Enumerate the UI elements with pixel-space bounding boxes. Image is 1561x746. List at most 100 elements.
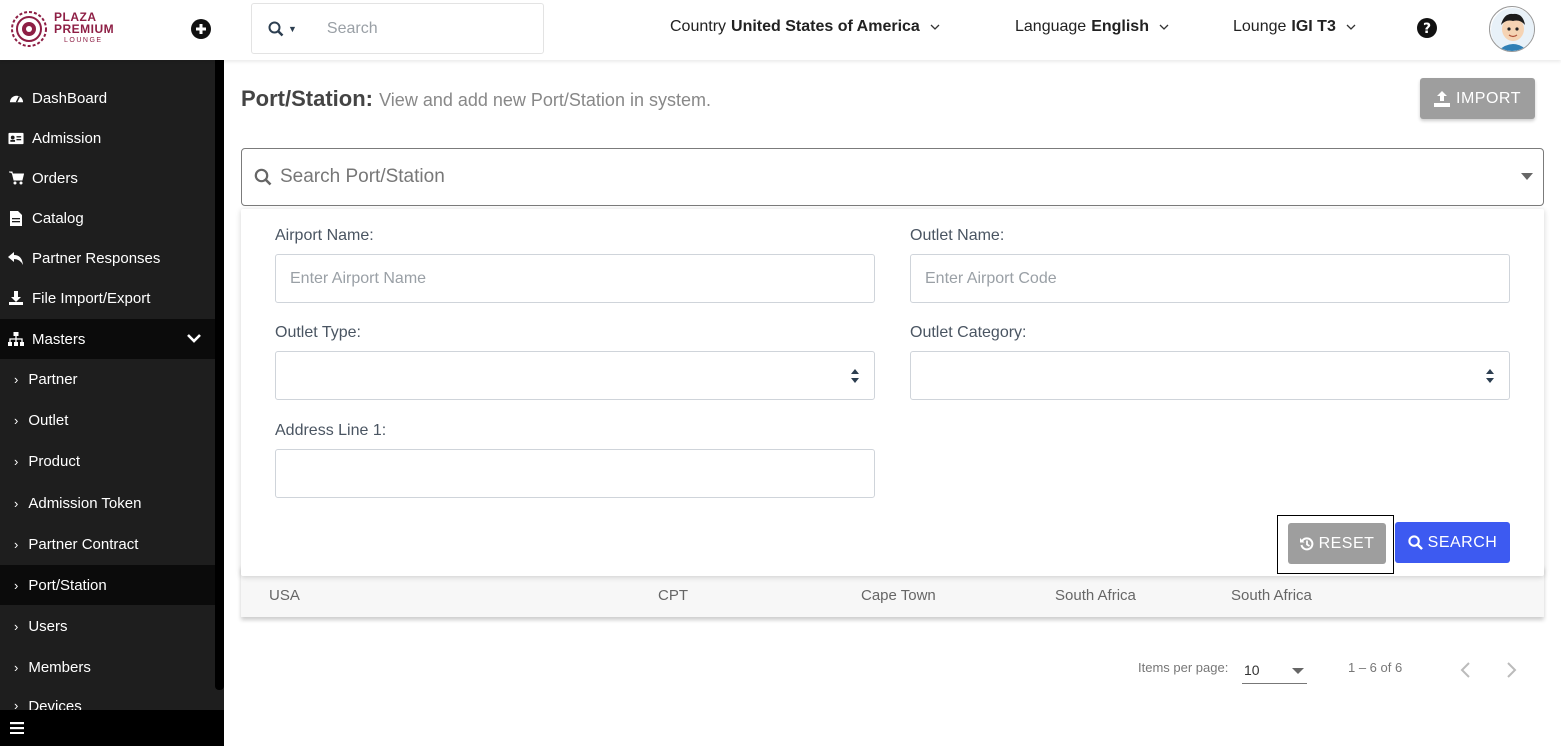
sidebar-subitem-members[interactable]: › Members: [0, 647, 215, 687]
search-button[interactable]: SEARCH: [1395, 522, 1510, 563]
language-value: English: [1091, 18, 1149, 35]
sidebar-item-dashboard[interactable]: DashBoard: [0, 78, 215, 118]
sidebar-footer: [0, 710, 224, 746]
sidebar-subitem-outlet[interactable]: › Outlet: [0, 400, 215, 440]
table-cell: South Africa: [1231, 587, 1312, 604]
sidebar-item-label: DashBoard: [32, 89, 108, 107]
sidebar-item-catalog[interactable]: Catalog: [0, 198, 215, 238]
chevron-right-icon: ›: [14, 577, 19, 593]
sidebar-subitem-port-station[interactable]: › Port/Station: [0, 565, 215, 605]
import-button[interactable]: IMPORT: [1420, 78, 1535, 119]
airport-name-input[interactable]: [275, 254, 875, 303]
page-title-text: Port/Station:: [241, 86, 373, 111]
sidebar-item-label: Partner Responses: [32, 249, 161, 267]
sidebar-subitem-users[interactable]: › Users: [0, 606, 215, 646]
pagination-range: 1 – 6 of 6: [1348, 660, 1403, 675]
lounge-value: IGI T3: [1291, 18, 1336, 35]
dashboard-icon: [8, 90, 24, 106]
caret-down-icon[interactable]: ▼: [288, 24, 297, 34]
chevron-right-icon: ›: [14, 698, 19, 710]
file-icon: [8, 210, 24, 226]
chevron-right-icon: ›: [14, 659, 19, 675]
outlet-category-label: Outlet Category:: [910, 324, 1027, 341]
sidebar-subitem-product[interactable]: › Product: [0, 441, 215, 481]
sidebar-item-file-import-export[interactable]: File Import/Export: [0, 278, 215, 318]
brand-logo[interactable]: PLAZA PREMIUM LOUNGE: [10, 10, 114, 48]
sidebar-subitem-devices[interactable]: › Devices: [0, 688, 215, 710]
table-cell: USA: [269, 587, 300, 604]
country-value: United States of America: [731, 18, 920, 35]
sidebar-item-label: Catalog: [32, 209, 84, 227]
sidebar-item-masters[interactable]: Masters: [0, 319, 215, 359]
search-icon: [1408, 535, 1423, 550]
sidebar-item-label: Admission: [32, 129, 102, 147]
sidebar-item-label: Users: [28, 617, 68, 635]
chevron-down-icon[interactable]: [187, 331, 201, 345]
port-station-search[interactable]: [241, 148, 1544, 206]
global-search[interactable]: ▼: [251, 3, 544, 54]
global-search-input[interactable]: [326, 19, 507, 38]
add-circle-icon[interactable]: [190, 18, 212, 40]
top-bar: PLAZA PREMIUM LOUNGE ▼ Country United St…: [0, 0, 1561, 60]
reset-button-label: RESET: [1318, 534, 1375, 552]
page-description: View and add new Port/Station in system.: [379, 90, 711, 110]
chevron-right-icon: [1507, 662, 1517, 678]
table-cell: South Africa: [1055, 587, 1136, 604]
country-dropdown[interactable]: Country United States of America: [670, 18, 940, 36]
page-title: Port/Station: View and add new Port/Stat…: [241, 86, 711, 112]
sidebar-subitem-partner-contract[interactable]: › Partner Contract: [0, 524, 215, 564]
help-icon[interactable]: ?: [1416, 17, 1438, 39]
lounge-label: Lounge: [1233, 18, 1287, 35]
sidebar-scrollbar[interactable]: [215, 60, 224, 690]
chevron-right-icon: ›: [14, 495, 19, 511]
language-dropdown[interactable]: Language English: [1015, 18, 1169, 36]
sidebar: DashBoard Admission Orders Catalog Partn…: [0, 60, 224, 746]
sidebar-item-partner-responses[interactable]: Partner Responses: [0, 238, 215, 278]
upload-icon: [1434, 90, 1451, 107]
outlet-category-select[interactable]: [910, 351, 1510, 400]
page-size-select[interactable]: 10: [1242, 656, 1307, 684]
id-card-icon: [8, 130, 24, 146]
reset-button[interactable]: RESET: [1288, 523, 1386, 564]
sidebar-item-label: Masters: [32, 330, 86, 348]
sidebar-item-label: Devices: [28, 698, 82, 710]
user-avatar[interactable]: [1489, 6, 1535, 52]
import-button-label: IMPORT: [1456, 89, 1521, 107]
chevron-right-icon: ›: [14, 371, 19, 387]
brand-text: PLAZA PREMIUM LOUNGE: [54, 11, 114, 47]
dropdown-arrow-icon[interactable]: [1521, 173, 1533, 180]
outlet-type-label: Outlet Type:: [275, 324, 361, 341]
chevron-right-icon: ›: [14, 618, 19, 634]
plaza-premium-logo-icon: [10, 10, 48, 48]
chevron-right-icon: ›: [14, 453, 19, 469]
menu-toggle-icon[interactable]: [10, 722, 24, 734]
sidebar-subitem-partner[interactable]: › Partner: [0, 359, 215, 399]
chevron-right-icon: ›: [14, 536, 19, 552]
address-line-1-label: Address Line 1:: [275, 422, 387, 439]
sidebar-item-label: File Import/Export: [32, 289, 151, 307]
chevron-down-icon: [1346, 24, 1356, 30]
table-cell: CPT: [658, 587, 688, 604]
sitemap-icon: [8, 331, 24, 347]
search-button-label: SEARCH: [1427, 533, 1498, 551]
dropdown-arrow-icon: [1292, 668, 1304, 674]
sidebar-subitem-admission-token[interactable]: › Admission Token: [0, 483, 215, 523]
sidebar-item-label: Product: [28, 452, 81, 470]
sidebar-item-orders[interactable]: Orders: [0, 158, 215, 198]
previous-page-button[interactable]: [1458, 660, 1474, 680]
sidebar-item-admission[interactable]: Admission: [0, 118, 215, 158]
main-content: Port/Station: View and add new Port/Stat…: [224, 60, 1561, 746]
outlet-name-input[interactable]: [910, 254, 1510, 303]
sidebar-item-label: Partner Contract: [28, 535, 139, 553]
next-page-button[interactable]: [1503, 660, 1519, 680]
outlet-type-select[interactable]: [275, 351, 875, 400]
search-icon: [254, 168, 272, 186]
port-station-search-input[interactable]: [280, 166, 1480, 188]
sort-arrows-icon: [1486, 369, 1494, 383]
filter-panel: Airport Name: Outlet Name: Outlet Type: …: [241, 209, 1544, 576]
address-line-1-input[interactable]: [275, 449, 875, 498]
search-icon[interactable]: [268, 21, 284, 37]
lounge-dropdown[interactable]: Lounge IGI T3: [1233, 18, 1356, 36]
table-cell: Cape Town: [861, 587, 936, 604]
country-label: Country: [670, 18, 727, 35]
